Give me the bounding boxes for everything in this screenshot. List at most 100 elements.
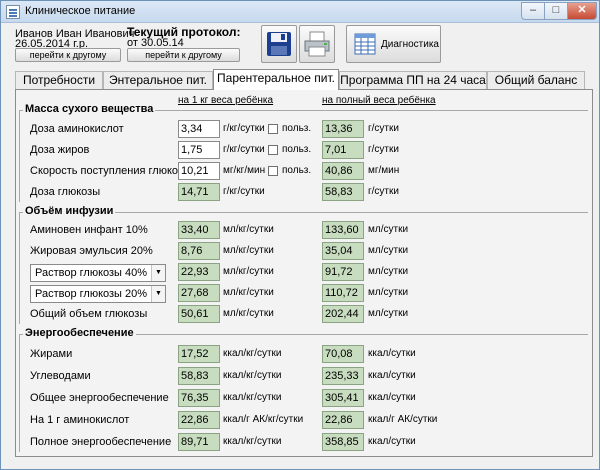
unit-label: мл/сутки — [368, 308, 409, 319]
energy-fat-total-value: 70,08 — [322, 345, 364, 363]
tab-needs[interactable]: Потребности — [15, 71, 103, 89]
row-label: Доза жиров — [30, 144, 90, 156]
glucose-total-value: 202,44 — [322, 305, 364, 323]
unit-label: мг/мин — [368, 165, 400, 176]
parenteral-panel: на 1 кг веса ребёнка на полный веса ребё… — [15, 89, 593, 457]
unit-label: г/кг/сутки — [223, 186, 265, 197]
glucose-total-per-kg-value: 50,61 — [178, 305, 220, 323]
select-value: Раствор глюкозы 20% — [35, 288, 148, 300]
row-label: Аминовен инфант 10% — [30, 224, 148, 236]
glucose-rate-user-checkbox[interactable] — [268, 166, 278, 176]
unit-label: г/кг/сутки — [223, 123, 265, 134]
energy-title: Энергообеспечение — [23, 327, 136, 339]
energy-per-amino-total-value: 22,86 — [322, 411, 364, 429]
tab-enteral[interactable]: Энтеральное пит. — [103, 71, 213, 89]
fat-emulsion-total-value: 35,04 — [322, 242, 364, 260]
window-title: Клиническое питание — [25, 5, 136, 17]
unit-label: ккал/кг/сутки — [223, 348, 282, 359]
energy-full-per-kg-value: 89,71 — [178, 433, 220, 451]
spreadsheet-icon — [354, 33, 376, 55]
row-label: Общий объем глюкозы — [30, 308, 148, 320]
unit-label: г/сутки — [368, 186, 399, 197]
table-row: На 1 г аминокислот 22,86 ккал/г АК/кг/су… — [16, 411, 594, 431]
unit-label: ккал/г АК/сутки — [368, 414, 438, 425]
glucose-2-total-value: 110,72 — [322, 284, 364, 302]
energy-full-total-value: 358,85 — [322, 433, 364, 451]
table-row: Углеводами 58,83 ккал/кг/сутки 235,33 кк… — [16, 367, 594, 387]
energy-total-per-kg-value: 76,35 — [178, 389, 220, 407]
unit-label: ккал/сутки — [368, 436, 416, 447]
checkbox-label: польз. — [282, 123, 312, 134]
row-label: Углеводами — [30, 370, 91, 382]
amino-user-checkbox[interactable] — [268, 124, 278, 134]
tab-parenteral[interactable]: Парентеральное пит. — [213, 69, 339, 90]
row-label: На 1 г аминокислот — [30, 414, 130, 426]
unit-label: мл/кг/сутки — [223, 245, 274, 256]
unit-label: мл/сутки — [368, 266, 409, 277]
app-icon — [6, 5, 20, 19]
table-row: Доза аминокислот 3,34 г/кг/сутки польз. … — [16, 120, 594, 140]
unit-label: ккал/сутки — [368, 392, 416, 403]
row-label: Жирами — [30, 348, 73, 360]
column-total-header: на полный веса ребёнка — [322, 95, 436, 106]
unit-label: мл/кг/сутки — [223, 308, 274, 319]
maximize-button[interactable]: □ — [544, 2, 568, 20]
app-window: Клиническое питание – □ ✕ Иванов Иван Ив… — [0, 0, 600, 470]
chevron-down-icon[interactable]: ▼ — [151, 265, 165, 281]
diagnostics-button[interactable]: Диагностика — [346, 25, 441, 63]
diagnostics-label: Диагностика — [381, 38, 439, 50]
close-button[interactable]: ✕ — [567, 2, 597, 20]
table-row: Общее энергообеспечение 76,35 ккал/кг/су… — [16, 389, 594, 409]
unit-label: ккал/сутки — [368, 370, 416, 381]
glucose-rate-per-kg-input[interactable]: 10,21 — [178, 162, 220, 180]
switch-protocol-button[interactable]: перейти к другому — [127, 48, 240, 62]
minimize-button[interactable]: – — [521, 2, 545, 20]
table-row: Скорость поступления глюкозы 10,21 мг/кг… — [16, 162, 594, 182]
table-row: Жировая эмульсия 20% 8,76 мл/кг/сутки 35… — [16, 242, 594, 262]
table-row: Доза жиров 1,75 г/кг/сутки польз. 7,01 г… — [16, 141, 594, 161]
energy-carb-per-kg-value: 58,83 — [178, 367, 220, 385]
unit-label: ккал/кг/сутки — [223, 392, 282, 403]
fat-user-checkbox[interactable] — [268, 145, 278, 155]
table-row: Жирами 17,52 ккал/кг/сутки 70,08 ккал/су… — [16, 345, 594, 365]
glucose-solution-2-select[interactable]: Раствор глюкозы 20% ▼ — [30, 285, 166, 303]
chevron-down-icon[interactable]: ▼ — [151, 286, 165, 302]
glucose-1-total-value: 91,72 — [322, 263, 364, 281]
amino-dose-per-kg-input[interactable]: 3,34 — [178, 120, 220, 138]
unit-label: мл/сутки — [368, 287, 409, 298]
energy-fat-per-kg-value: 17,52 — [178, 345, 220, 363]
aminoven-per-kg-value: 33,40 — [178, 221, 220, 239]
row-label: Общее энергообеспечение — [30, 392, 169, 404]
switch-patient-button[interactable]: перейти к другому — [15, 48, 121, 62]
glucose-solution-1-select[interactable]: Раствор глюкозы 40% ▼ — [30, 264, 166, 282]
unit-label: г/сутки — [368, 123, 399, 134]
infusion-volume-title: Объём инфузии — [23, 205, 116, 217]
unit-label: мл/кг/сутки — [223, 287, 274, 298]
unit-label: мл/сутки — [368, 245, 409, 256]
row-label: Полное энергообеспечение — [30, 436, 172, 448]
floppy-disk-icon — [267, 32, 291, 56]
checkbox-label: польз. — [282, 165, 312, 176]
save-button[interactable] — [261, 25, 297, 63]
dry-mass-title: Масса сухого вещества — [23, 103, 156, 115]
aminoven-total-value: 133,60 — [322, 221, 364, 239]
tab-balance[interactable]: Общий баланс — [487, 71, 585, 89]
glucose-rate-total-value: 40,86 — [322, 162, 364, 180]
energy-carb-total-value: 235,33 — [322, 367, 364, 385]
unit-label: мл/кг/сутки — [223, 224, 274, 235]
unit-label: мл/сутки — [368, 224, 409, 235]
glucose-dose-total-value: 58,83 — [322, 183, 364, 201]
title-bar: Клиническое питание – □ ✕ — [1, 1, 599, 23]
row-label: Жировая эмульсия 20% — [30, 245, 153, 257]
fat-dose-total-value: 7,01 — [322, 141, 364, 159]
row-label: Скорость поступления глюкозы — [30, 165, 191, 177]
unit-label: ккал/кг/сутки — [223, 436, 282, 447]
print-button[interactable] — [299, 25, 335, 63]
fat-dose-per-kg-input[interactable]: 1,75 — [178, 141, 220, 159]
row-label: Доза аминокислот — [30, 123, 124, 135]
unit-label: мг/кг/мин — [223, 165, 266, 176]
row-label: Доза глюкозы — [30, 186, 101, 198]
printer-icon — [304, 31, 330, 57]
tab-program-24h[interactable]: Программа ПП на 24 часа — [339, 71, 487, 89]
energy-per-amino-per-kg-value: 22,86 — [178, 411, 220, 429]
